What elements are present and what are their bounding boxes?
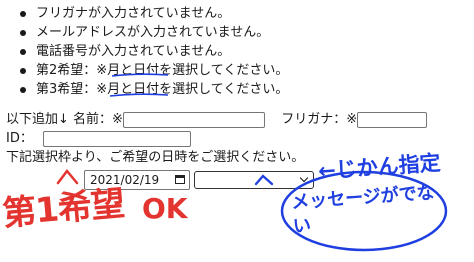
error-item: 電話番号が入力されていません。 <box>18 42 288 61</box>
furigana-label: フリガナ：※ <box>281 112 358 127</box>
handwritten-no-message: メッセージがでない <box>290 182 436 238</box>
name-row: 以下追加↓ 名前：※ フリガナ：※ <box>6 110 428 130</box>
bullet-icon <box>20 68 26 74</box>
chevron-down-icon <box>299 173 309 183</box>
error-text: 第3希望：※月と日付を選択してください。 <box>36 82 289 97</box>
bullet-icon <box>20 87 26 93</box>
id-input[interactable] <box>42 130 191 147</box>
name-input[interactable] <box>122 111 265 128</box>
id-label: ID： <box>6 131 33 146</box>
date-instruction: 下記選択枠より、ご希望の日時をご選択ください。 <box>6 150 305 165</box>
error-text: フリガナが入力されていません。 <box>36 6 231 21</box>
handwritten-ok: OK <box>142 192 188 225</box>
time-select[interactable] <box>194 171 314 189</box>
error-text: メールアドレスが入力されていません。 <box>36 25 270 40</box>
bullet-icon <box>20 49 26 55</box>
error-item: フリガナが入力されていません。 <box>18 4 288 23</box>
id-row: ID： <box>6 129 191 149</box>
error-text: 第2希望：※月と日付を選択してください。 <box>36 63 289 78</box>
bullet-icon <box>20 11 26 17</box>
handwritten-time-slot: ←じかん指定 <box>317 150 442 184</box>
add-prefix-label: 以下追加↓ <box>6 112 69 127</box>
error-item: メールアドレスが入力されていません。 <box>18 23 288 42</box>
bullet-icon <box>20 30 26 36</box>
error-text: 電話番号が入力されていません。 <box>36 44 231 59</box>
furigana-input[interactable] <box>357 111 428 128</box>
error-list: フリガナが入力されていません。 メールアドレスが入力されていません。 電話番号が… <box>18 4 288 99</box>
handwritten-first-choice: 第1希望 <box>0 183 126 235</box>
calendar-icon[interactable] <box>175 175 185 184</box>
error-item: 第3希望：※月と日付を選択してください。 <box>18 80 288 99</box>
name-label: 名前：※ <box>73 112 123 127</box>
error-item: 第2希望：※月と日付を選択してください。 <box>18 61 288 80</box>
